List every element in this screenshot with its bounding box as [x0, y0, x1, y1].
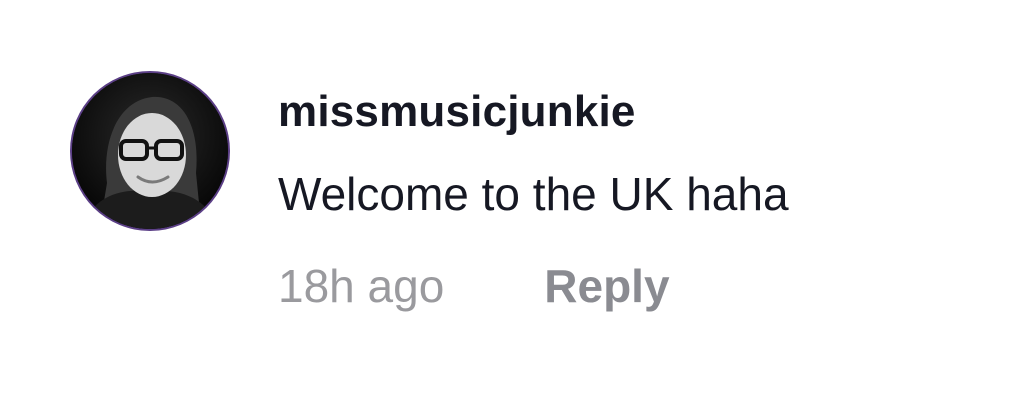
- user-avatar-icon: [72, 73, 228, 229]
- comment-meta: 18h ago Reply: [278, 256, 670, 316]
- reply-button[interactable]: Reply: [544, 256, 669, 316]
- comment-item: missmusicjunkie Welcome to the UK haha 1…: [0, 0, 1024, 402]
- avatar[interactable]: [72, 73, 228, 229]
- comment-username[interactable]: missmusicjunkie: [278, 86, 636, 138]
- comment-text: Welcome to the UK haha: [278, 168, 789, 220]
- comment-timestamp: 18h ago: [278, 260, 445, 312]
